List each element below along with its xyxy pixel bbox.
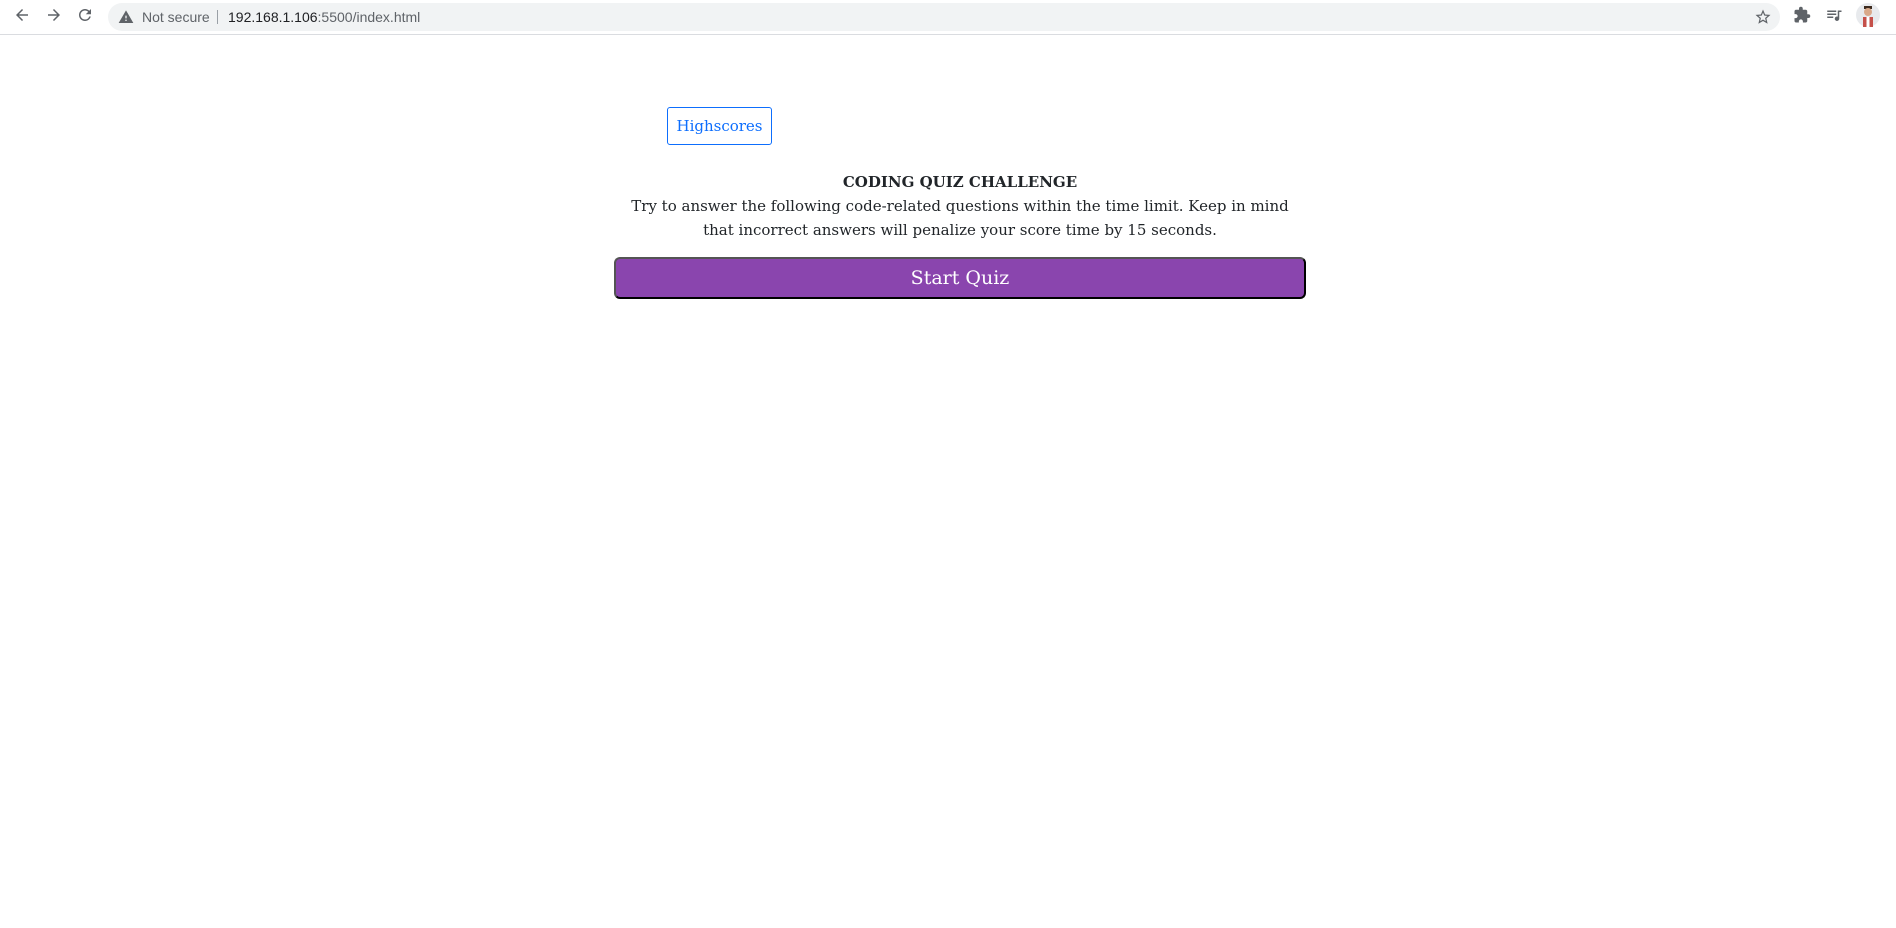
- page-title: CODING QUIZ CHALLENGE: [842, 173, 1078, 191]
- media-controls-button[interactable]: [1824, 7, 1844, 27]
- quiz-intro: CODING QUIZ CHALLENGE Try to answer the …: [620, 170, 1300, 242]
- address-divider: [217, 10, 218, 24]
- warning-triangle-icon[interactable]: [118, 9, 134, 25]
- arrow-left-icon: [13, 6, 31, 29]
- address-bar[interactable]: Not secure 192.168.1.106:5500/index.html: [108, 3, 1780, 31]
- url-host: 192.168.1.106: [228, 9, 318, 25]
- star-icon[interactable]: [1754, 8, 1772, 26]
- reload-button[interactable]: [73, 5, 97, 29]
- back-button[interactable]: [10, 5, 34, 29]
- profile-button[interactable]: [1856, 2, 1880, 32]
- avatar-icon: [1856, 2, 1880, 32]
- puzzle-icon: [1793, 6, 1811, 29]
- browser-toolbar: Not secure 192.168.1.106:5500/index.html: [0, 0, 1896, 35]
- security-status-label[interactable]: Not secure: [142, 9, 210, 25]
- start-quiz-button[interactable]: Start Quiz: [614, 257, 1306, 299]
- url-text[interactable]: 192.168.1.106:5500/index.html: [228, 9, 420, 25]
- extensions-button[interactable]: [1792, 6, 1812, 29]
- quiz-page: Highscores CODING QUIZ CHALLENGE Try to …: [0, 36, 1896, 928]
- media-queue-icon: [1825, 6, 1843, 29]
- url-path: :5500/index.html: [317, 9, 421, 25]
- reload-icon: [76, 6, 94, 29]
- arrow-right-icon: [45, 6, 63, 29]
- highscores-button[interactable]: Highscores: [667, 107, 772, 145]
- forward-button[interactable]: [42, 5, 66, 29]
- quiz-description: Try to answer the following code-related…: [631, 197, 1289, 239]
